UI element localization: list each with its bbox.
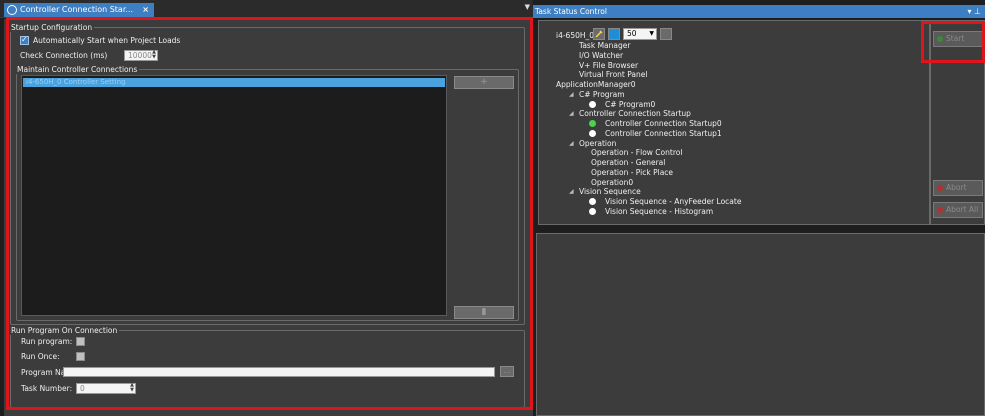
run-once-checkbox[interactable] bbox=[76, 352, 85, 361]
chevron-down-icon[interactable]: ▼ bbox=[525, 3, 530, 11]
check-connection-stepper[interactable]: 10000 ▲ ▼ bbox=[124, 50, 158, 61]
tree-item[interactable]: Controller Connection Startup0 bbox=[605, 119, 722, 128]
power-icon[interactable] bbox=[608, 28, 620, 40]
tree-item[interactable]: Vision Sequence - Histogram bbox=[605, 207, 713, 216]
plus-icon: + bbox=[480, 77, 488, 87]
expand-chevron-icon[interactable]: ◢ bbox=[569, 188, 574, 195]
tab-controller-connection-startup[interactable]: Controller Connection Star... × bbox=[4, 3, 154, 17]
abort-label: Abort bbox=[946, 183, 967, 192]
running-status-icon bbox=[589, 120, 596, 127]
tree-item[interactable]: Task Manager bbox=[579, 41, 630, 50]
list-item-label: i4-650H_0 Controller Setting bbox=[26, 78, 126, 86]
properties-panel bbox=[536, 233, 985, 416]
controller-connection-startup-panel: Startup Configuration Automatically Star… bbox=[4, 19, 533, 416]
maintain-connections-legend: Maintain Controller Connections bbox=[17, 65, 138, 74]
tree-item[interactable]: Vision Sequence - AnyFeeder Locate bbox=[605, 197, 741, 206]
left-tab-bar: Controller Connection Star... × ▼ bbox=[0, 0, 533, 18]
tree-item[interactable]: Operation bbox=[579, 139, 616, 148]
play-icon bbox=[937, 36, 943, 42]
idle-status-icon bbox=[589, 207, 596, 215]
tree-item[interactable]: Operation0 bbox=[591, 178, 633, 187]
auto-start-checkbox[interactable] bbox=[20, 35, 29, 45]
check-connection-label: Check Connection (ms) bbox=[20, 51, 108, 60]
auto-start-label: Automatically Start when Project Loads bbox=[33, 36, 181, 45]
tree-item[interactable]: Controller Connection Startup1 bbox=[605, 129, 722, 138]
run-program-legend: Run Program On Connection bbox=[11, 326, 118, 335]
remove-connection-button[interactable]: ▮ bbox=[454, 306, 514, 319]
list-item[interactable]: i4-650H_0 Controller Setting bbox=[23, 78, 445, 87]
run-program-label: Run program: bbox=[21, 337, 73, 346]
program-name-field[interactable] bbox=[63, 367, 495, 377]
tree-item[interactable]: I/O Watcher bbox=[579, 51, 623, 60]
refresh-icon[interactable] bbox=[660, 28, 672, 40]
browse-icon: ... bbox=[503, 367, 511, 375]
robot-name: i4-650H_0 bbox=[556, 31, 595, 40]
idle-status-icon bbox=[589, 100, 596, 108]
idle-status-icon bbox=[589, 198, 596, 205]
tab-title: Task Status Control bbox=[535, 7, 607, 16]
start-label: Start bbox=[946, 34, 965, 43]
expand-chevron-icon[interactable]: ◢ bbox=[569, 140, 574, 147]
stepper-arrows-icon[interactable]: ▲ ▼ bbox=[152, 50, 156, 60]
expand-chevron-icon[interactable]: ◢ bbox=[569, 91, 574, 98]
browse-program-button[interactable]: ... bbox=[500, 366, 514, 377]
tab-task-status-control[interactable]: Task Status Control ▾ ⊥ bbox=[533, 5, 985, 18]
abort-all-button[interactable]: Abort All bbox=[933, 202, 983, 218]
tab-title: Controller Connection Star... bbox=[20, 5, 134, 14]
tree-item[interactable]: Operation - General bbox=[591, 158, 665, 167]
tree-item[interactable]: V+ File Browser bbox=[579, 61, 638, 70]
add-connection-button[interactable]: + bbox=[454, 76, 514, 89]
stepper-arrows-icon[interactable]: ▲ ▼ bbox=[130, 383, 134, 393]
run-program-checkbox[interactable] bbox=[76, 337, 85, 346]
tree-item[interactable]: C# Program bbox=[579, 90, 625, 99]
chevron-down-icon: ▼ bbox=[649, 30, 654, 37]
tree-item[interactable]: Vision Sequence bbox=[579, 187, 641, 196]
tree-item[interactable]: Controller Connection Startup bbox=[579, 109, 691, 118]
abort-button[interactable]: Abort bbox=[933, 180, 983, 196]
speed-select[interactable]: 50 ▼ bbox=[623, 28, 657, 40]
task-number-label: Task Number: bbox=[21, 384, 73, 393]
tree-item[interactable]: Virtual Front Panel bbox=[579, 70, 647, 79]
close-icon[interactable]: × bbox=[142, 3, 149, 17]
delete-icon: ▮ bbox=[481, 307, 487, 317]
tree-item[interactable]: ApplicationManager0 bbox=[556, 80, 636, 89]
abort-all-label: Abort All bbox=[946, 205, 979, 214]
wrench-icon[interactable] bbox=[593, 28, 605, 40]
startup-configuration-legend: Startup Configuration bbox=[11, 23, 93, 32]
task-number-stepper[interactable]: 0 ▲ ▼ bbox=[76, 383, 136, 394]
document-icon bbox=[7, 5, 17, 15]
task-number-value: 0 bbox=[80, 384, 85, 393]
check-connection-value: 10000 bbox=[128, 51, 152, 60]
speed-value: 50 bbox=[627, 29, 637, 38]
stop-all-icon bbox=[937, 207, 943, 213]
pin-icon[interactable]: ▾ ⊥ bbox=[967, 5, 981, 18]
tree-item[interactable]: C# Program0 bbox=[605, 100, 655, 109]
tree-item[interactable]: Operation - Pick Place bbox=[591, 168, 673, 177]
start-button[interactable]: Start bbox=[933, 31, 983, 47]
idle-status-icon bbox=[589, 129, 596, 137]
tree-item[interactable]: Operation - Flow Control bbox=[591, 148, 682, 157]
run-once-label: Run Once: bbox=[21, 352, 60, 361]
controller-connections-list[interactable]: i4-650H_0 Controller Setting bbox=[21, 75, 447, 316]
expand-chevron-icon[interactable]: ◢ bbox=[569, 110, 574, 117]
stop-icon bbox=[937, 185, 943, 191]
